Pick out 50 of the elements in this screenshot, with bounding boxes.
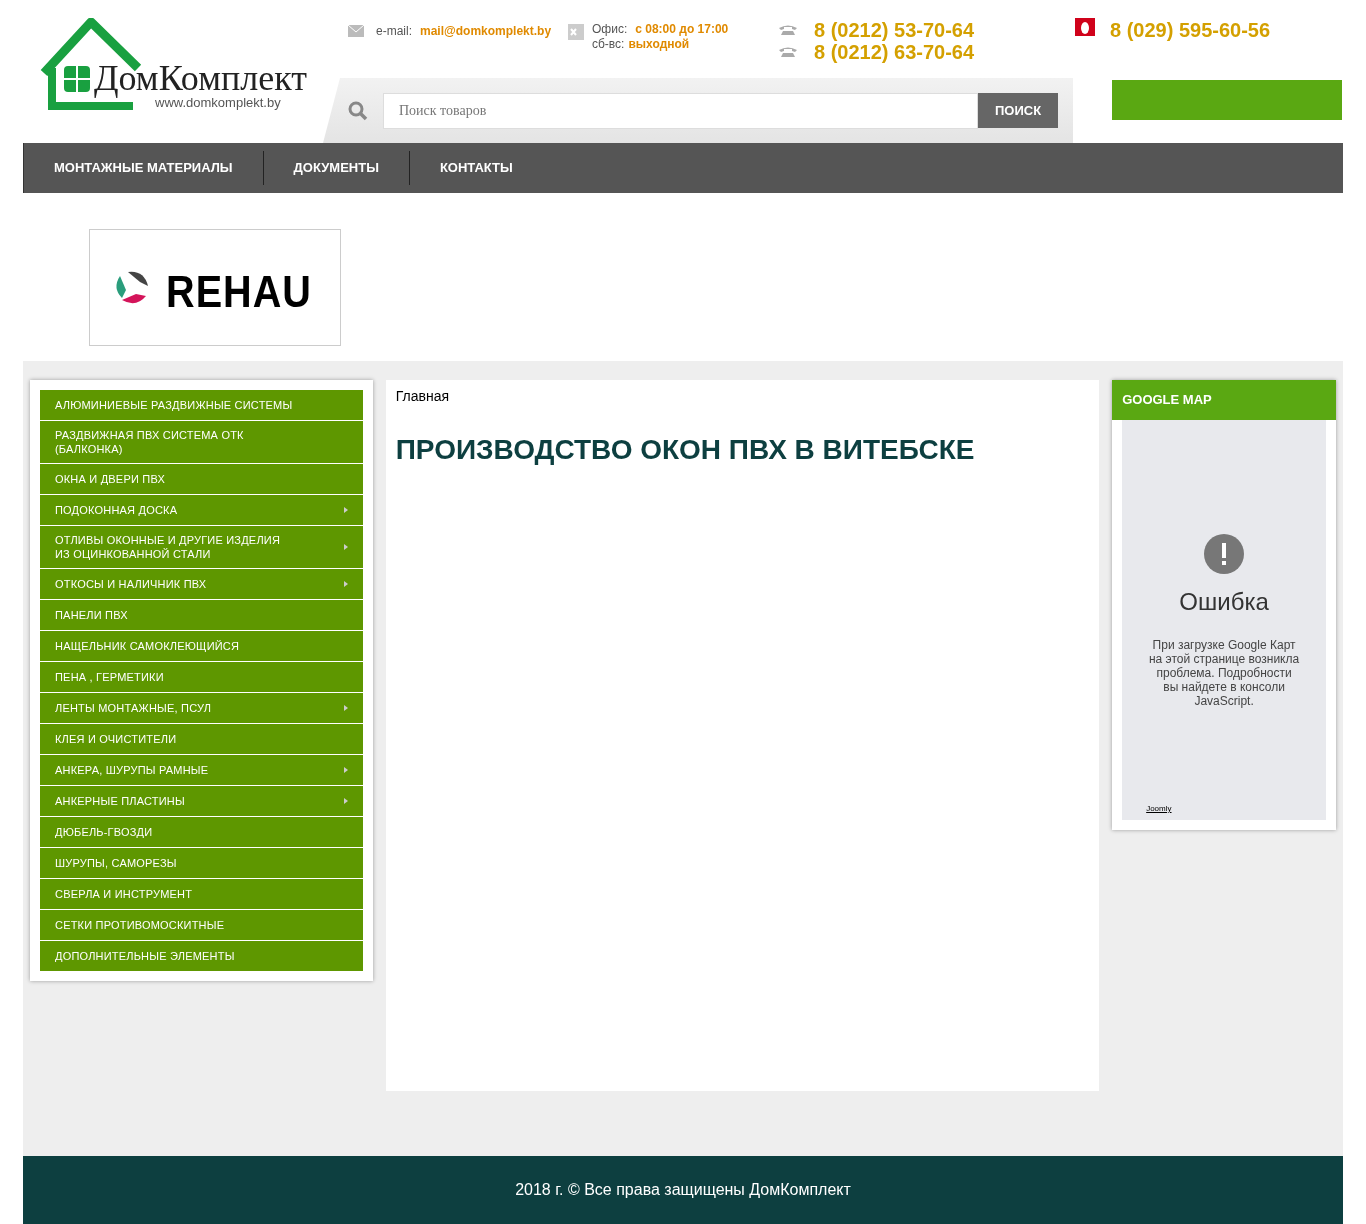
- category-menu-item[interactable]: КЛЕЯ И ОЧИСТИТЕЛИ: [40, 724, 363, 754]
- office-label: Офис:: [592, 22, 628, 37]
- category-menu-item[interactable]: АНКЕРНЫЕ ПЛАСТИНЫ: [40, 786, 363, 816]
- weekend-hours: выходной: [628, 37, 690, 52]
- mobile-phone-number[interactable]: 8 (029) 595-60-56: [1110, 15, 1271, 45]
- envelope-icon: [348, 25, 364, 37]
- logo-url: www.domkomplekt.by: [155, 96, 281, 109]
- category-menu-item[interactable]: ДЮБЕЛЬ-ГВОЗДИ: [40, 817, 363, 847]
- warning-icon: [1204, 534, 1245, 574]
- category-menu-item[interactable]: ПАНЕЛИ ПВХ: [40, 600, 363, 630]
- mobile-operator-icon: [1075, 18, 1095, 36]
- category-menu-item[interactable]: ЛЕНТЫ МОНТАЖНЫЕ, ПСУЛ: [40, 693, 363, 723]
- brand-name: REHAU: [166, 269, 312, 314]
- breadcrumb-link[interactable]: Главная: [395, 386, 1090, 407]
- nav-link[interactable]: КОНТАКТЫ: [409, 158, 543, 178]
- error-message: При загрузке Google Карт на этой странице возникла проблема. Подробности вы найдете в консоли JavaScript.: [1148, 638, 1301, 708]
- category-menu-item[interactable]: ОТКОСЫ И НАЛИЧНИК ПВХ: [40, 569, 363, 599]
- category-menu-item[interactable]: ОКНА И ДВЕРИ ПВХ: [40, 464, 363, 494]
- category-menu-item[interactable]: ПОДОКОННАЯ ДОСКА: [40, 495, 363, 525]
- nav-link[interactable]: ДОКУМЕНТЫ: [263, 158, 409, 178]
- phone-icon: [778, 46, 798, 58]
- office-hours: с 08:00 до 17:00: [635, 22, 729, 37]
- search-button[interactable]: ПОИСК: [978, 93, 1058, 128]
- phone-number[interactable]: 8 (0212) 53-70-64: [814, 15, 975, 45]
- calendar-icon: [568, 24, 584, 40]
- search-field[interactable]: Поиск товаров: [383, 92, 978, 129]
- page-title: ПРОИЗВОДСТВО ОКОН ПВХ В ВИТЕБСКЕ: [395, 433, 976, 467]
- brand-logo-banner[interactable]: REHAU: [89, 229, 341, 346]
- search-icon: [348, 100, 368, 121]
- email-link[interactable]: mail@domkomplekt.by: [420, 22, 552, 40]
- weekend-label: сб-вс:: [592, 37, 625, 52]
- category-menu-item[interactable]: РАЗДВИЖНАЯ ПВХ СИСТЕМА ОТК (БАЛКОНКА): [40, 421, 363, 463]
- category-menu-item[interactable]: ШУРУПЫ, САМОРЕЗЫ: [40, 848, 363, 878]
- category-menu-item[interactable]: НАЩЕЛЬНИК САМОКЛЕЮЩИЙСЯ: [40, 631, 363, 661]
- category-menu-item[interactable]: СВЕРЛА И ИНСТРУМЕНТ: [40, 879, 363, 909]
- copyright-text: 2018 г. © Все права защищены ДомКомплект: [515, 1180, 851, 1200]
- site-logo[interactable]: ДомКомплект www.domkomplekt.by: [38, 18, 318, 114]
- phone-icon: [778, 24, 798, 36]
- email-label: e-mail:: [376, 23, 412, 40]
- error-title: Ошибка: [1179, 587, 1269, 617]
- category-menu-item[interactable]: АЛЮМИНИЕВЫЕ РАЗДВИЖНЫЕ СИСТЕМЫ: [40, 390, 363, 420]
- credit-link[interactable]: Joomly: [1146, 803, 1172, 815]
- nav-link[interactable]: МОНТАЖНЫЕ МАТЕРИАЛЫ: [24, 158, 263, 178]
- widget-header: GOOGLE MAP: [1112, 380, 1336, 420]
- category-menu-item[interactable]: СЕТКИ ПРОТИВОМОСКИТНЫЕ: [40, 910, 363, 940]
- logo-name: ДомКомплект: [94, 60, 307, 96]
- category-menu-item[interactable]: ОТЛИВЫ ОКОННЫЕ И ДРУГИЕ ИЗДЕЛИЯ ИЗ ОЦИНКОВАННОЙ СТАЛИ: [40, 526, 363, 568]
- category-menu-item[interactable]: ДОПОЛНИТЕЛЬНЫЕ ЭЛЕМЕНТЫ: [40, 941, 363, 971]
- category-menu-item[interactable]: ПЕНА , ГЕРМЕТИКИ: [40, 662, 363, 692]
- category-menu-item[interactable]: АНКЕРА, ШУРУПЫ РАМНЫЕ: [40, 755, 363, 785]
